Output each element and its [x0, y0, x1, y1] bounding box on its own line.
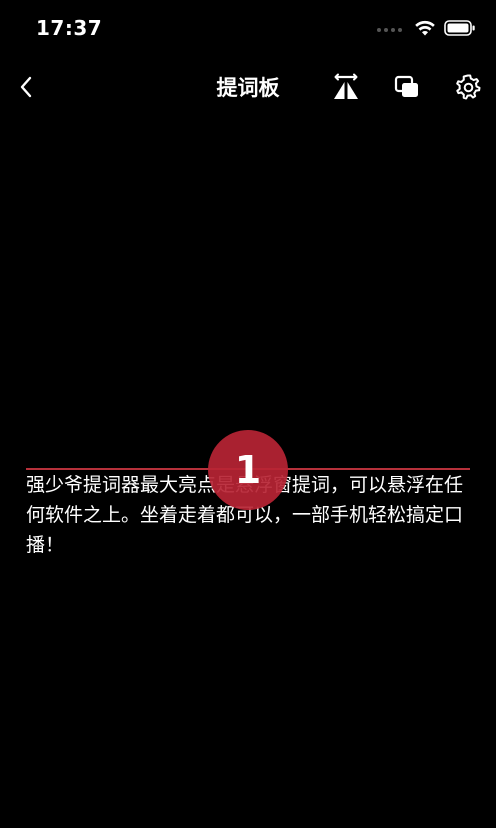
gear-icon [456, 74, 481, 100]
floating-window-icon [394, 75, 418, 97]
countdown-badge: 1 [208, 430, 288, 510]
status-indicators [377, 18, 476, 42]
status-time: 17:37 [36, 16, 103, 40]
cellular-signal-icon [377, 28, 402, 32]
prompter-area[interactable]: 强少爷提词器最大亮点是悬浮窗提词，可以悬浮在任何软件之上。坐着走着都可以，一部手… [0, 112, 496, 828]
battery-icon [444, 20, 476, 40]
settings-button[interactable] [452, 71, 484, 103]
chevron-left-icon [20, 76, 32, 98]
mirror-button[interactable] [330, 71, 362, 103]
nav-bar: 提词板 [0, 62, 496, 112]
back-button[interactable] [12, 72, 40, 102]
wifi-icon [414, 20, 436, 40]
status-bar: 17:37 [0, 0, 496, 60]
floating-window-button[interactable] [391, 71, 423, 103]
mirror-flip-icon [334, 73, 358, 99]
